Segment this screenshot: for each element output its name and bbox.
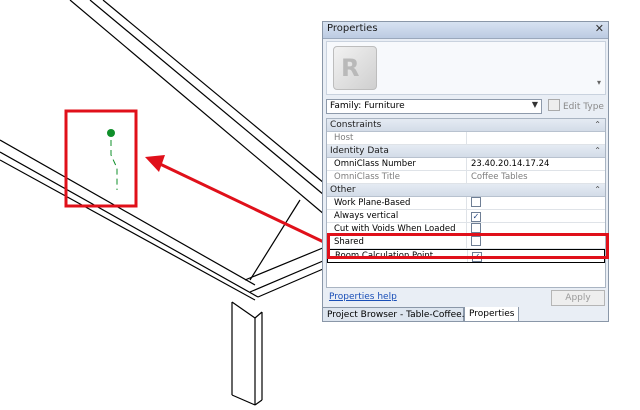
type-selector-preview[interactable]: R ▾ (326, 41, 606, 95)
room-calculation-point-checkbox[interactable]: ✓ (472, 252, 482, 262)
tab-project-browser[interactable]: Project Browser - Table-Coffee.rfa (322, 307, 477, 322)
property-name: Host (327, 132, 467, 144)
properties-title: Properties (327, 23, 378, 34)
property-name: OmniClass Title (327, 171, 467, 183)
property-name: Work Plane-Based (327, 197, 467, 209)
property-row: Always vertical ✓ (327, 210, 605, 223)
property-row: OmniClass Number 23.40.20.14.17.24 (327, 158, 605, 171)
property-name: Room Calculation Point (328, 250, 468, 262)
dropdown-arrow-icon[interactable]: ▼ (532, 100, 538, 109)
cut-with-voids-checkbox[interactable] (471, 223, 481, 233)
always-vertical-checkbox[interactable]: ✓ (471, 212, 481, 222)
property-value: Coffee Tables (471, 172, 528, 182)
family-filter-select[interactable]: Family: Furniture ▼ (326, 99, 542, 114)
work-plane-based-checkbox[interactable] (471, 197, 481, 207)
arrow-head (145, 155, 165, 172)
property-name: Shared (327, 236, 467, 248)
point-stem (110, 140, 118, 190)
category-other[interactable]: Other ⌃ (327, 184, 605, 197)
properties-grid: Constraints ⌃ Host Identity Data ⌃ OmniC… (326, 118, 606, 288)
category-label: Other (330, 185, 356, 195)
chevron-down-icon[interactable]: ▾ (597, 78, 601, 87)
property-row: Host (327, 132, 605, 145)
property-value[interactable]: 23.40.20.14.17.24 (468, 158, 605, 170)
tab-properties[interactable]: Properties (464, 307, 519, 322)
property-name: OmniClass Number (327, 158, 467, 170)
point-highlight-box (64, 109, 138, 208)
property-row: OmniClass Title Coffee Tables (327, 171, 605, 184)
properties-titlebar[interactable]: Properties ✕ (323, 22, 608, 39)
room-calculation-point-marker (107, 129, 115, 137)
shared-checkbox[interactable] (471, 236, 481, 246)
properties-palette: Properties ✕ R ▾ Family: Furniture ▼ Edi… (322, 21, 609, 322)
property-row: Cut with Voids When Loaded (327, 223, 605, 236)
collapse-icon[interactable]: ⌃ (594, 184, 601, 196)
grid-empty-space (327, 263, 605, 287)
category-identity-data[interactable]: Identity Data ⌃ (327, 145, 605, 158)
property-name: Always vertical (327, 210, 467, 222)
close-icon[interactable]: ✕ (595, 22, 604, 35)
edit-type-icon (548, 99, 560, 111)
collapse-icon[interactable]: ⌃ (594, 119, 601, 131)
family-thumbnail-icon: R (333, 46, 377, 90)
property-row: Work Plane-Based (327, 197, 605, 210)
edit-type-label: Edit Type (563, 102, 604, 112)
properties-help-link[interactable]: Properties help (329, 292, 397, 302)
property-row: Room Calculation Point ✓ (327, 249, 605, 263)
property-name: Cut with Voids When Loaded (327, 223, 467, 235)
table-geometry (0, 0, 331, 406)
collapse-icon[interactable]: ⌃ (594, 145, 601, 157)
property-row: Shared (327, 236, 605, 249)
property-value[interactable] (468, 132, 605, 144)
family-row: Family: Furniture ▼ Edit Type (326, 99, 606, 115)
category-constraints[interactable]: Constraints ⌃ (327, 119, 605, 132)
apply-button[interactable]: Apply (551, 290, 605, 306)
edit-type-button[interactable]: Edit Type (548, 99, 606, 114)
category-label: Identity Data (330, 146, 389, 156)
family-filter-label: Family: Furniture (330, 101, 405, 111)
category-label: Constraints (330, 120, 382, 130)
palette-tabs: Project Browser - Table-Coffee.rfa Prope… (322, 307, 609, 323)
